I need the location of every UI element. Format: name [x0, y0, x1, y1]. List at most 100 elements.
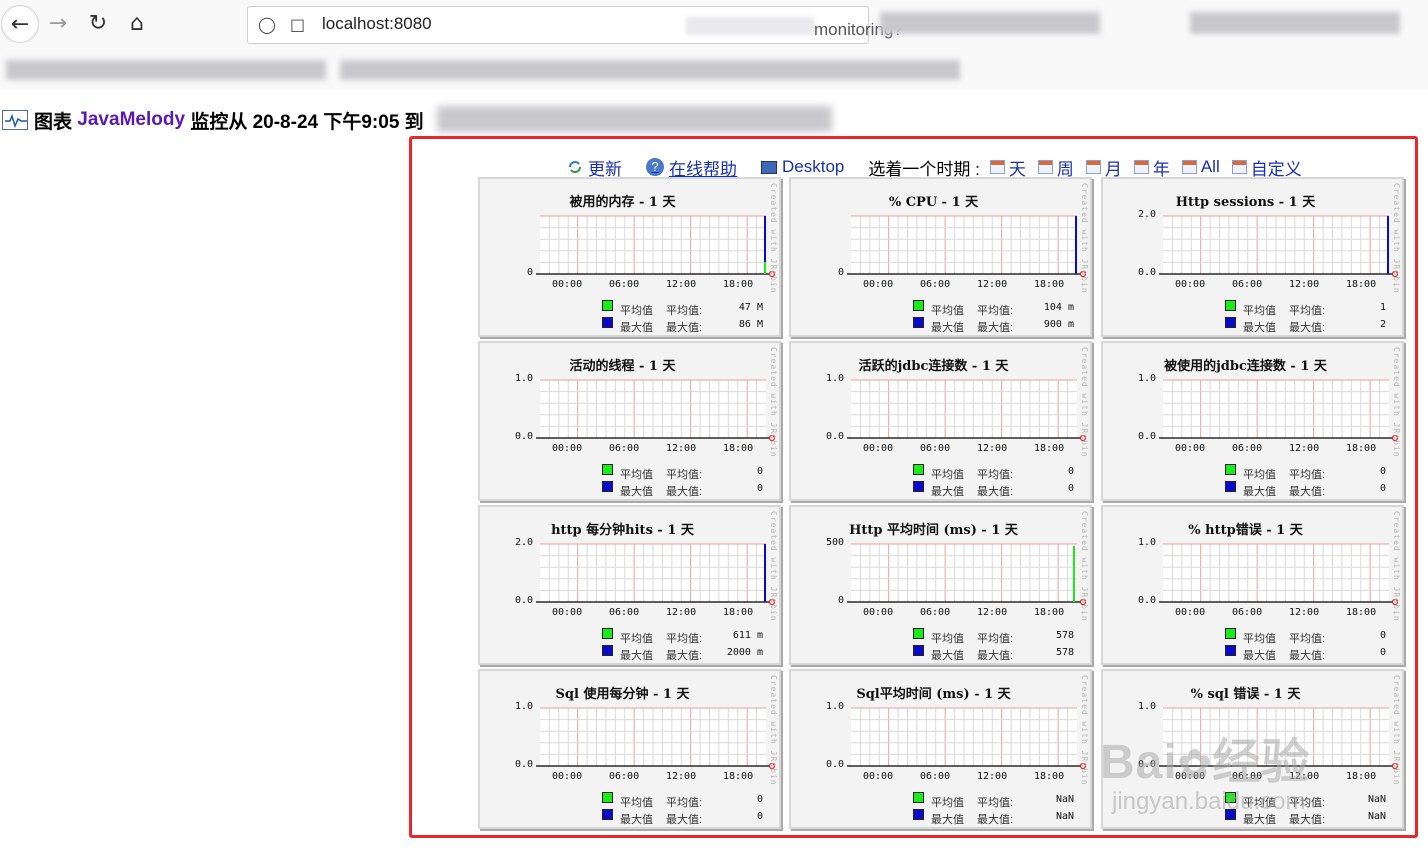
stat-label-avg: 平均值: [977, 469, 1014, 481]
desktop-link[interactable]: Desktop [761, 157, 844, 177]
legend-label-avg: 平均值 [620, 469, 653, 481]
period-month[interactable]: 月 [1085, 155, 1122, 180]
x-tick-label: 18:00 [723, 279, 754, 290]
x-tick-label: 06:00 [609, 607, 640, 618]
x-tick-label: 12:00 [666, 607, 697, 618]
chart-title: % sql 错误 - 1 天 [1190, 687, 1301, 702]
legend-swatch-avg [913, 300, 924, 311]
period-month-label: 月 [1104, 159, 1122, 179]
legend-swatch-avg [913, 792, 924, 803]
jrobin-watermark: Created with JRobin [1392, 511, 1401, 622]
x-tick-label: 12:00 [1289, 443, 1320, 454]
stat-label-avg: 平均值: [1289, 469, 1326, 481]
y-tick-label: 0 [837, 267, 844, 278]
chart-title: Sql平均时间 (ms) - 1 天 [856, 687, 1011, 702]
x-tick-label: 00:00 [863, 443, 894, 454]
forward-arrow-icon[interactable]: → [41, 6, 75, 40]
shield-icon[interactable]: ◯ [258, 15, 276, 34]
stat-label-avg: 平均值: [666, 305, 703, 317]
watermark-paw-icon: ✿ [1177, 743, 1213, 787]
legend-label-max: 最大值 [620, 322, 653, 334]
legend-label-avg: 平均值 [931, 797, 964, 809]
stat-value-max: 0 [1067, 483, 1074, 494]
legend-swatch-avg [602, 464, 613, 475]
stat-label-max: 最大值: [977, 322, 1014, 334]
legend-swatch-avg [1225, 628, 1236, 639]
x-tick-label: 18:00 [1346, 607, 1377, 618]
stat-value-avg: 47 M [738, 302, 763, 313]
stat-value-max: 0 [1379, 647, 1386, 658]
legend-label-avg: 平均值 [931, 305, 964, 317]
period-week[interactable]: 周 [1037, 155, 1074, 180]
watermark-brand-cn: 经验 [1212, 736, 1311, 789]
x-tick-label: 06:00 [1232, 279, 1263, 290]
stat-value-max: NaN [1367, 811, 1386, 822]
y-tick-label: 0.0 [514, 595, 533, 606]
page-title-brand: JavaMelody [77, 109, 186, 130]
x-tick-label: 18:00 [1346, 279, 1377, 290]
redacted-bookmarks [340, 60, 960, 80]
x-tick-label: 00:00 [1175, 607, 1206, 618]
chart-panel: Http 平均时间 (ms) - 1 天 500 0 00:00 06:00 12:00 1… [789, 505, 1092, 665]
chart-panel: Http sessions - 1 天 2.0 0.0 00:00 06:00 12:00… [1101, 177, 1404, 337]
url-redacted [686, 17, 814, 35]
x-tick-label: 00:00 [863, 279, 894, 290]
x-tick-label: 00:00 [552, 443, 583, 454]
period-year[interactable]: 年 [1133, 155, 1170, 180]
stat-label-max: 最大值: [666, 486, 703, 498]
x-tick-label: 06:00 [609, 443, 640, 454]
x-tick-label: 12:00 [666, 771, 697, 782]
help-label: 在线帮助 [669, 159, 737, 179]
redacted-area [880, 12, 1100, 34]
y-tick-label: 0.0 [1137, 431, 1156, 442]
help-link[interactable]: ? 在线帮助 [646, 155, 737, 180]
stat-label-avg: 平均值: [977, 305, 1014, 317]
period-day[interactable]: 天 [989, 155, 1026, 180]
y-tick-label: 0 [837, 595, 844, 606]
stat-value-max: 900 m [1043, 319, 1074, 330]
x-tick-label: 12:00 [977, 279, 1008, 290]
back-arrow-icon[interactable]: ← [1, 5, 39, 43]
chart-title: % http错误 - 1 天 [1188, 523, 1303, 538]
legend-label-max: 最大值 [931, 486, 964, 498]
chart-panel: 被使用的jdbc连接数 - 1 天 1.0 0.0 00:00 06:00 12:00 18… [1101, 341, 1404, 501]
legend-swatch-avg [602, 792, 613, 803]
x-tick-label: 06:00 [920, 771, 951, 782]
chart-icon [2, 110, 28, 130]
jrobin-watermark: Created with JRobin [1080, 511, 1089, 622]
period-all[interactable]: All [1181, 157, 1220, 177]
x-tick-label: 18:00 [1346, 443, 1377, 454]
page-icon[interactable]: □ [290, 15, 305, 34]
address-bar[interactable]: ◯ □ localhost:8080 monitoring? [247, 6, 903, 44]
stat-label-max: 最大值: [977, 650, 1014, 662]
desktop-label: Desktop [782, 157, 845, 176]
jrobin-watermark: Created with JRobin [1392, 183, 1401, 294]
legend-swatch-max [1225, 317, 1236, 328]
x-tick-label: 12:00 [977, 771, 1008, 782]
legend-swatch-max [913, 317, 924, 328]
stat-label-avg: 平均值: [977, 633, 1014, 645]
stat-label-avg: 平均值: [977, 797, 1014, 809]
period-custom-label: 自定义 [1250, 159, 1302, 179]
x-tick-label: 06:00 [1232, 607, 1263, 618]
period-custom[interactable]: 自定义 [1231, 155, 1302, 180]
reload-icon[interactable]: ↻ [81, 6, 115, 40]
refresh-link[interactable]: 更新 [567, 155, 622, 180]
bookmarks-bar [0, 50, 1428, 90]
chart-panel: 被用的内存 - 1 天 0 00:00 06:00 12:00 18:00 Created … [478, 177, 781, 337]
browser-toolbar: ← → ↻ ⌂ ◯ □ localhost:8080 monitoring? [0, 0, 1428, 50]
calendar-icon [989, 160, 1005, 174]
legend-label-max: 最大值 [620, 486, 653, 498]
chart-title: 活跃的jdbc连接数 - 1 天 [858, 359, 1009, 374]
legend-swatch-max [913, 481, 924, 492]
legend-label-max: 最大值 [1243, 486, 1276, 498]
home-icon[interactable]: ⌂ [120, 6, 154, 40]
stat-label-max: 最大值: [666, 814, 703, 826]
x-tick-label: 06:00 [609, 771, 640, 782]
jrobin-watermark: Created with JRobin [1392, 675, 1401, 786]
stat-value-avg: 0 [1379, 466, 1386, 477]
y-tick-label: 1.0 [1137, 701, 1156, 712]
x-tick-label: 18:00 [723, 771, 754, 782]
legend-swatch-max [913, 645, 924, 656]
legend-swatch-max [602, 645, 613, 656]
